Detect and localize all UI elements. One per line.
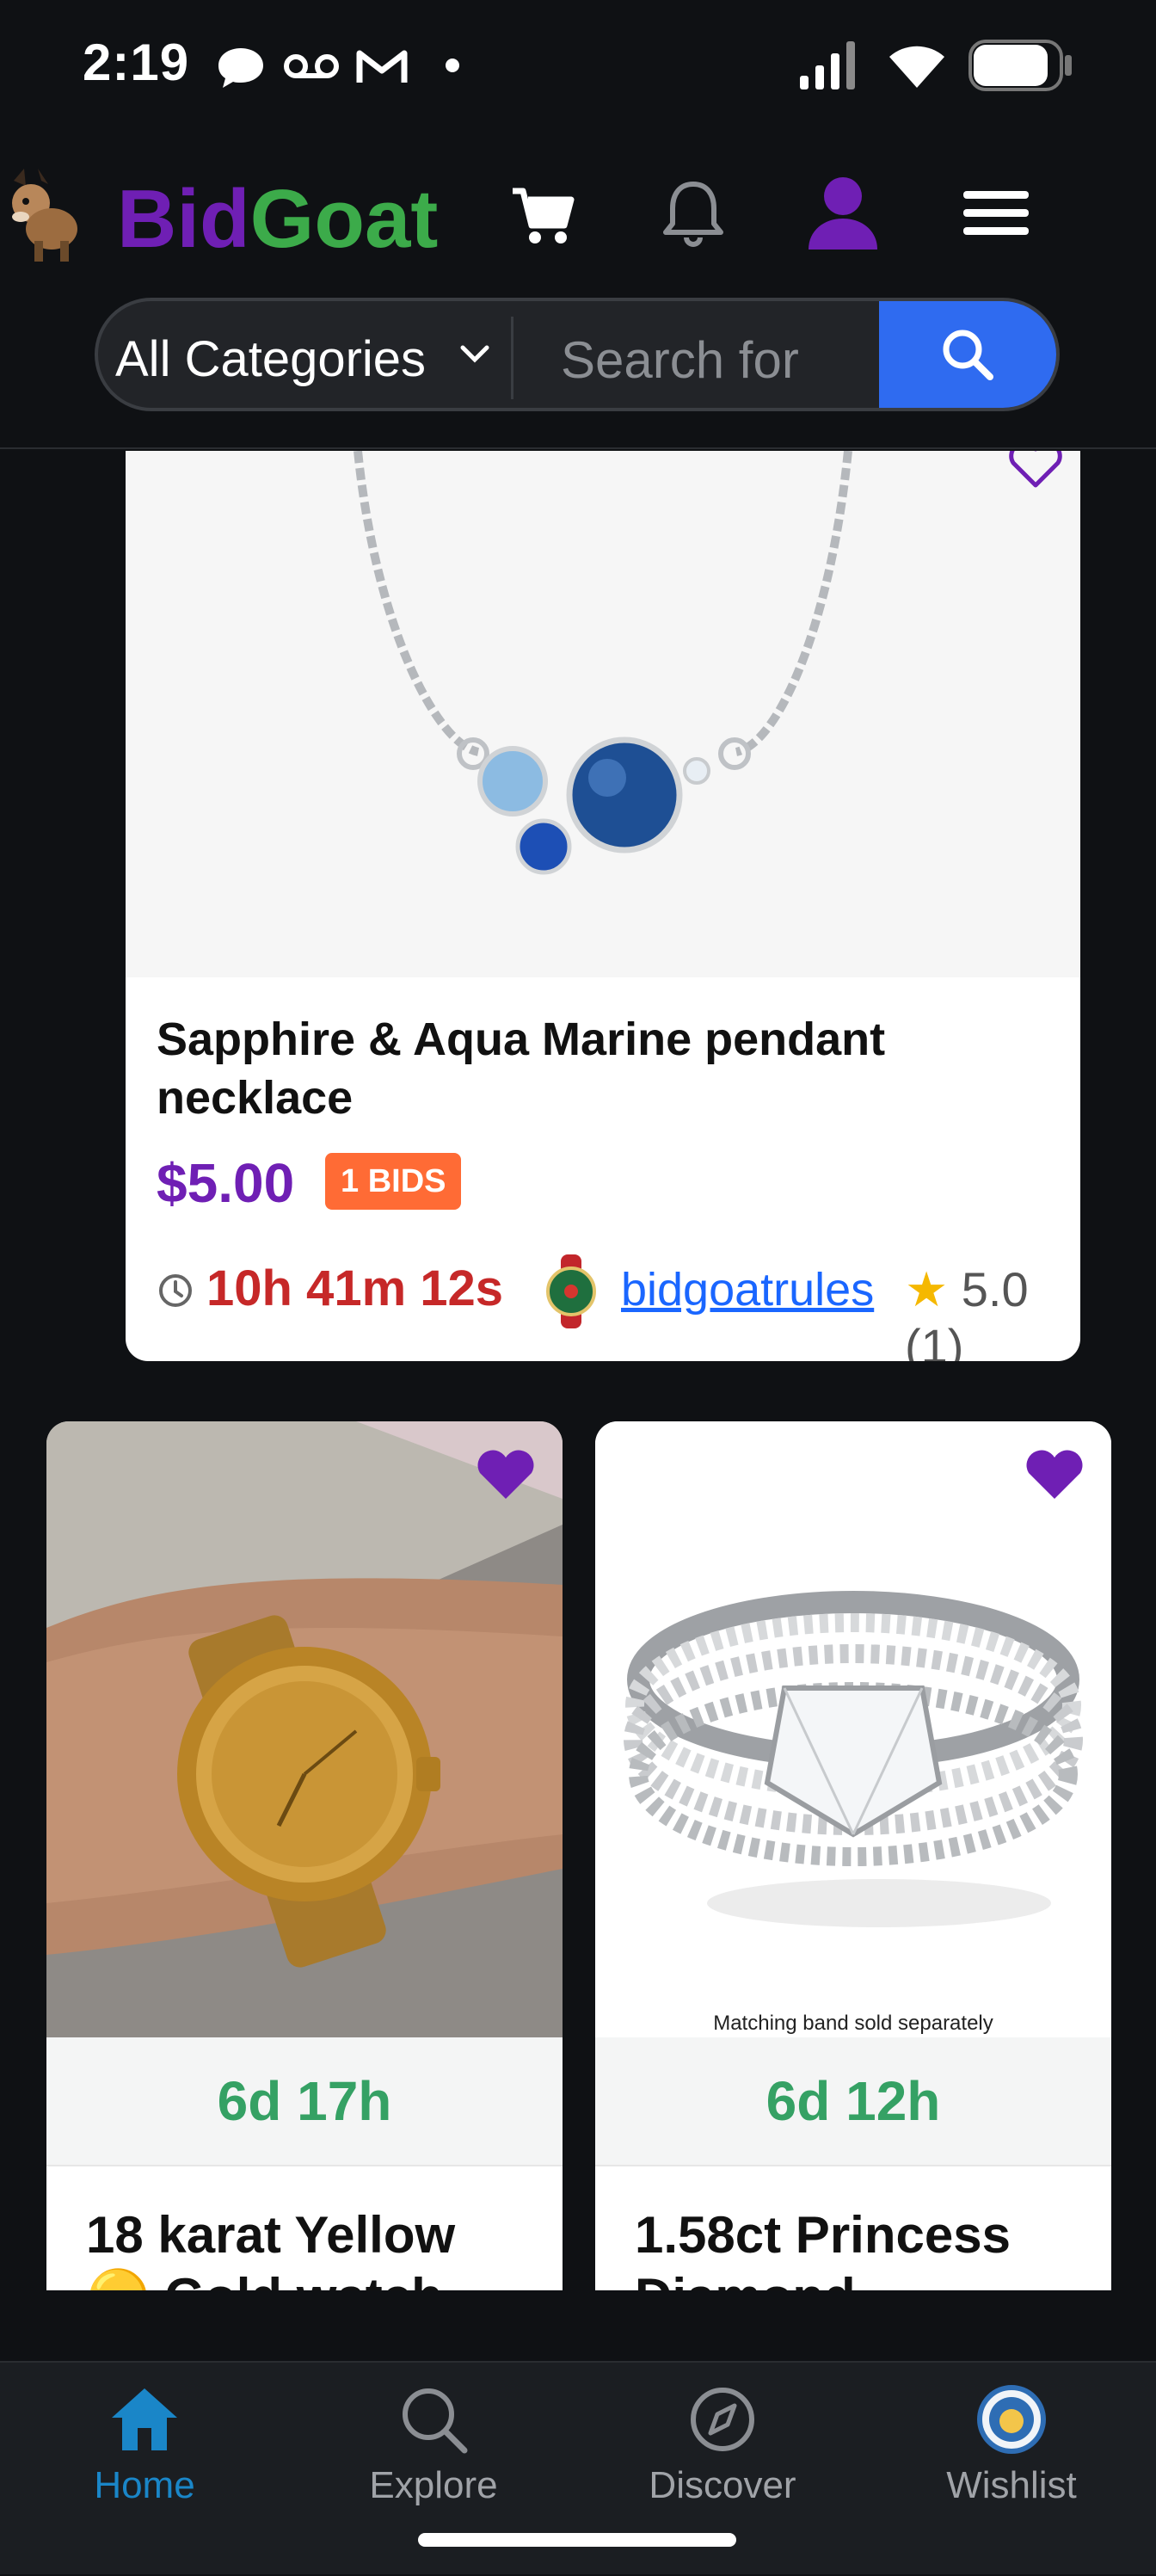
seller-avatar[interactable] xyxy=(540,1254,602,1328)
seller-link[interactable]: bidgoatrules xyxy=(621,1263,874,1316)
search-input[interactable]: Search for xyxy=(561,330,799,390)
nav-home[interactable]: Home xyxy=(0,2363,289,2576)
logo-bid: Bid xyxy=(117,173,250,265)
nav-label-discover: Discover xyxy=(649,2464,796,2506)
watch-illustration xyxy=(46,1421,563,2037)
wifi-icon xyxy=(889,46,944,88)
search-bar: All Categories Search for xyxy=(95,298,1060,411)
wishlist-heart-icon[interactable] xyxy=(475,1447,537,1502)
app-header: BidGoat All Categories Search for xyxy=(0,129,1156,449)
time-left: 6d 17h xyxy=(217,2070,392,2132)
star-icon: ★ xyxy=(905,1262,949,1316)
nav-label-home: Home xyxy=(94,2464,195,2506)
clock-icon xyxy=(159,1274,192,1307)
voicemail-icon xyxy=(284,54,339,78)
listing-price: $5.00 xyxy=(157,1152,295,1214)
bids-badge: 1 BIDS xyxy=(325,1153,462,1210)
listing-card[interactable]: 6d 17h 18 karat Yellow 🟡 Gold watch xyxy=(46,1421,563,2290)
auction-timer: 10h 41m 12s xyxy=(206,1260,504,1316)
home-indicator[interactable] xyxy=(418,2533,736,2547)
user-icon[interactable] xyxy=(809,176,877,250)
signal-icon xyxy=(800,41,855,89)
menu-icon[interactable] xyxy=(963,189,1029,237)
listing-title[interactable]: 18 karat Yellow 🟡 Gold watch xyxy=(86,2204,533,2290)
search-button[interactable] xyxy=(879,301,1056,408)
bell-icon[interactable] xyxy=(662,177,724,250)
brand-logo-text[interactable]: BidGoat xyxy=(117,172,438,267)
nav-label-explore: Explore xyxy=(369,2464,498,2506)
search-divider xyxy=(511,317,513,399)
necklace-image[interactable] xyxy=(126,451,1080,977)
chat-bubble-icon xyxy=(218,48,263,88)
listing-title[interactable]: 1.58ct Princess Diamond xyxy=(635,2204,1082,2290)
scroll-area-bottom xyxy=(0,2290,1156,2361)
seller-rating: ★ 5.0 (1) xyxy=(905,1261,1068,1361)
listing-meta: 10h 41m 12s bidgoatrules ★ 5.0 (1) xyxy=(157,1254,1068,1361)
watch-photo[interactable] xyxy=(46,1421,563,2037)
time-left-strip: 6d 17h xyxy=(46,2037,563,2166)
wishlist-heart-icon[interactable] xyxy=(1008,451,1063,489)
search-icon xyxy=(403,2388,468,2454)
wishlist-heart-icon[interactable] xyxy=(1024,1447,1085,1502)
time-left: 6d 12h xyxy=(766,2070,941,2132)
compass-icon xyxy=(691,2388,754,2451)
cart-icon[interactable] xyxy=(509,184,578,246)
featured-listing-card[interactable]: Sapphire & Aqua Marine pendant necklace … xyxy=(126,451,1080,1361)
battery-icon xyxy=(968,40,1072,91)
gmail-icon xyxy=(356,50,408,83)
nav-wishlist[interactable]: Wishlist xyxy=(867,2363,1156,2576)
status-time: 2:19 xyxy=(83,34,190,91)
ring-photo[interactable]: Matching band sold separately xyxy=(595,1421,1111,2037)
category-select[interactable]: All Categories xyxy=(115,330,426,388)
chevron-down-icon[interactable] xyxy=(458,337,492,372)
coin-badge-icon xyxy=(977,2385,1046,2454)
time-left-strip: 6d 12h xyxy=(595,2037,1111,2166)
listing-title[interactable]: Sapphire & Aqua Marine pendant necklace xyxy=(157,1010,1034,1127)
logo-goat: Goat xyxy=(249,173,439,265)
status-bar: 2:19 xyxy=(0,0,1156,129)
ring-illustration xyxy=(624,1591,1083,1927)
nav-label-wishlist: Wishlist xyxy=(946,2464,1077,2506)
dot-icon xyxy=(446,59,459,72)
necklace-illustration xyxy=(354,451,852,875)
home-icon xyxy=(112,2388,177,2450)
search-icon xyxy=(943,330,993,380)
listing-card[interactable]: Matching band sold separately 6d 12h 1.5… xyxy=(595,1421,1111,2290)
goat-logo-icon[interactable] xyxy=(0,169,79,263)
image-caption: Matching band sold separately xyxy=(713,2012,993,2035)
